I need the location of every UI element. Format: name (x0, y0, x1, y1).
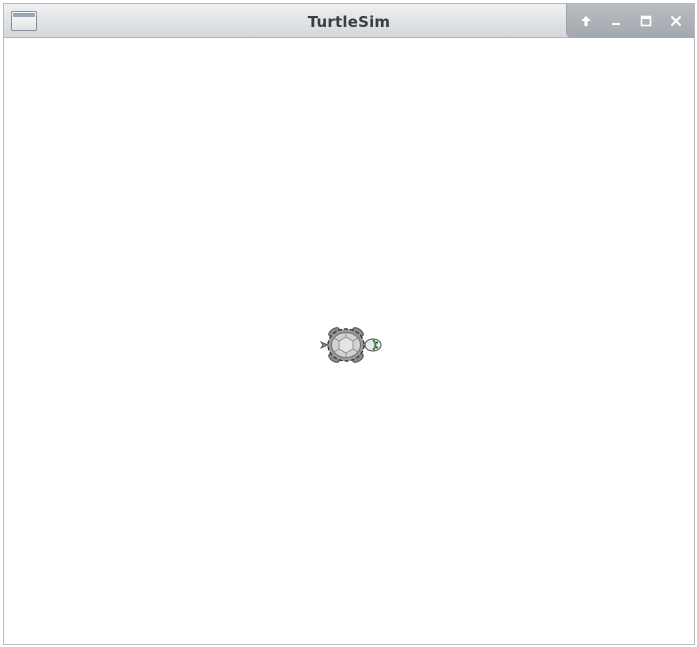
arrow-up-icon (581, 16, 591, 26)
title-bar[interactable]: TurtleSim (4, 4, 694, 38)
close-icon (671, 16, 681, 26)
maximize-icon (640, 15, 652, 27)
window-controls (566, 4, 694, 38)
turtle-icon (320, 327, 382, 363)
turtlesim-window: TurtleSim (3, 3, 695, 645)
shade-button[interactable] (575, 11, 597, 31)
minimize-icon (612, 23, 620, 25)
maximize-button[interactable] (635, 11, 657, 31)
minimize-button[interactable] (605, 11, 627, 31)
close-button[interactable] (665, 11, 687, 31)
turtle-canvas[interactable] (4, 38, 694, 644)
